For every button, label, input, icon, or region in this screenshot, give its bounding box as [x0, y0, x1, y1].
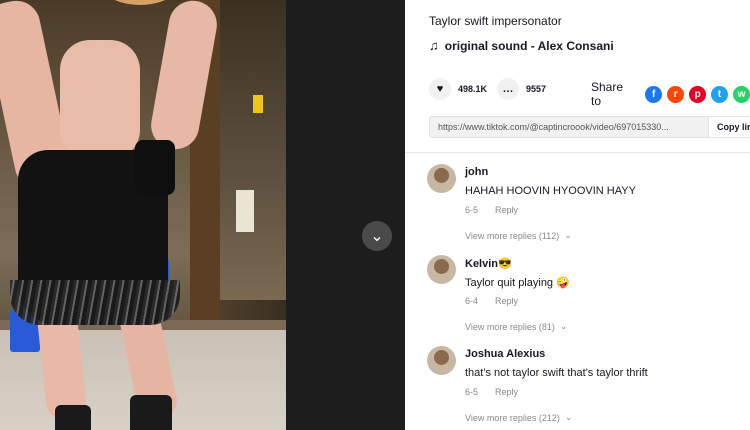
avatar[interactable] — [427, 164, 456, 193]
comment-count: 9557 — [526, 84, 547, 94]
comment-date: 6-5 — [465, 387, 479, 397]
sound-title: original sound - Alex Consani — [444, 38, 614, 53]
divider — [405, 152, 750, 153]
twitter-share-icon[interactable]: t — [711, 85, 729, 103]
avatar[interactable] — [427, 346, 456, 375]
comment-icon[interactable]: … — [497, 78, 520, 100]
share-link-box: https://www.tiktok.com/@captincroook/vid… — [429, 116, 750, 138]
share-link-field[interactable]: https://www.tiktok.com/@captincroook/vid… — [430, 122, 708, 132]
music-note-icon: ♫ — [429, 38, 439, 53]
view-more-label: View more replies (81) — [465, 321, 555, 332]
comment-meta: 6-5 Reply — [465, 387, 518, 397]
person-bag — [135, 140, 175, 195]
whatsapp-share-icon[interactable]: w — [733, 85, 750, 103]
comment-text: Taylor quit playing 🤪 — [465, 277, 570, 289]
person-torso — [60, 40, 140, 160]
comment-author[interactable]: john — [465, 166, 488, 178]
comment-meta: 6-4 Reply — [465, 296, 518, 306]
person-boot-right — [130, 395, 172, 430]
pinterest-share-icon[interactable]: p — [689, 85, 707, 103]
view-more-replies[interactable]: View more replies (112) ⌄ — [465, 230, 572, 241]
comment-author[interactable]: Joshua Alexius — [465, 348, 545, 360]
reddit-share-icon[interactable]: r — [667, 85, 685, 103]
video-frame[interactable] — [0, 0, 286, 430]
avatar[interactable] — [427, 255, 456, 284]
comment-text: HAHAH HOOVIN HYOOVIN HAYY — [465, 185, 636, 197]
heart-icon[interactable]: ♥ — [429, 78, 451, 100]
view-more-replies[interactable]: View more replies (81) ⌄ — [465, 321, 567, 332]
reply-button[interactable]: Reply — [495, 387, 518, 397]
reply-button[interactable]: Reply — [495, 205, 518, 215]
facebook-share-icon[interactable]: f — [645, 85, 663, 103]
person-boot-left — [55, 405, 91, 430]
post-description: Taylor swift impersonator — [429, 14, 562, 28]
comment-item: john HAHAH HOOVIN HYOOVIN HAYY 6-5 Reply… — [427, 160, 747, 251]
share-label: Share to — [591, 80, 624, 108]
paper-notice — [236, 190, 254, 232]
details-panel: Taylor swift impersonator ♫ original sou… — [405, 0, 750, 430]
comment-meta: 6-5 Reply — [465, 205, 518, 215]
yellow-sign — [253, 95, 263, 113]
comment-item: Kelvin😎 Taylor quit playing 🤪 6-4 Reply … — [427, 251, 747, 342]
like-count: 498.1K — [458, 84, 488, 94]
chevron-down-icon: ⌄ — [559, 321, 568, 331]
comment-text: that's not taylor swift that's taylor th… — [465, 367, 648, 379]
comment-list: john HAHAH HOOVIN HYOOVIN HAYY 6-5 Reply… — [427, 160, 747, 430]
next-video-button[interactable]: ⌄ — [362, 221, 392, 251]
view-more-label: View more replies (212) — [465, 412, 560, 423]
comment-date: 6-4 — [465, 296, 479, 306]
view-more-label: View more replies (112) — [465, 230, 560, 241]
comment-date: 6-5 — [465, 205, 479, 215]
like-stat[interactable]: ♥ 498.1K — [429, 78, 487, 100]
chevron-down-icon: ⌄ — [564, 412, 573, 422]
chevron-down-icon: ⌄ — [564, 230, 572, 240]
copy-link-button[interactable]: Copy lir — [708, 117, 750, 137]
comment-item: Joshua Alexius that's not taylor swift t… — [427, 342, 747, 430]
comment-stat[interactable]: … 9557 — [497, 78, 546, 100]
view-more-replies[interactable]: View more replies (212) ⌄ — [465, 412, 572, 423]
reply-button[interactable]: Reply — [495, 296, 518, 306]
share-bar: Share to f r p t w — [591, 80, 750, 108]
chevron-down-icon: ⌄ — [370, 228, 384, 245]
door-glass-right — [220, 0, 286, 300]
video-area[interactable]: ⌄ — [0, 0, 405, 430]
sound-link[interactable]: ♫ original sound - Alex Consani — [429, 38, 614, 53]
post-stats: ♥ 498.1K … 9557 — [429, 78, 546, 100]
dress-fringe — [10, 280, 180, 325]
comment-author[interactable]: Kelvin😎 — [465, 257, 512, 270]
